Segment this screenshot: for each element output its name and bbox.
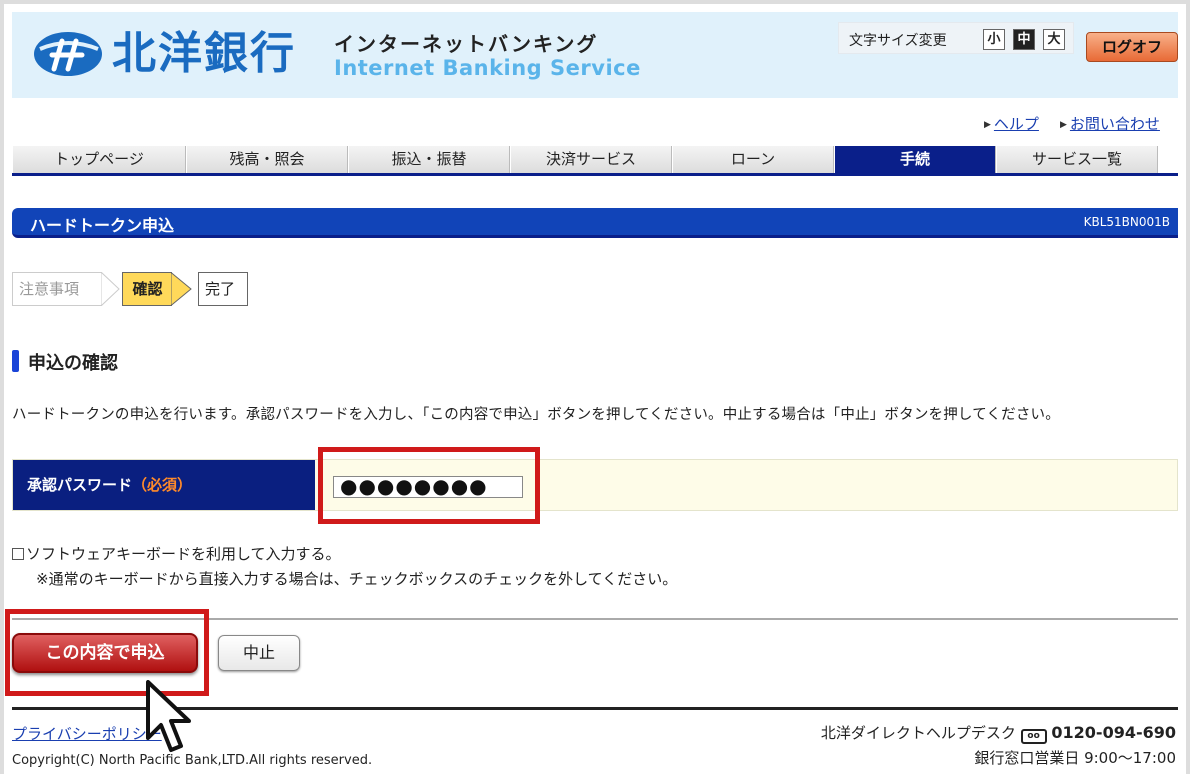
font-size-label: 文字サイズ変更 [849, 33, 947, 49]
contact-link-wrap: ▶ お問い合わせ [1060, 113, 1160, 134]
password-label-text: 承認パスワード [27, 476, 133, 494]
nav-item-balance[interactable]: 残高・照会 [186, 146, 348, 173]
helpdesk-hours: 銀行窓口営業日 9:00〜17:00 [974, 749, 1176, 767]
step-notes: 注意事項 [12, 272, 102, 306]
font-size-small-button[interactable]: 小 [983, 29, 1005, 50]
service-name-jp: インターネットバンキング [334, 32, 599, 56]
help-link[interactable]: ヘルプ [994, 115, 1039, 133]
contact-link[interactable]: お問い合わせ [1070, 115, 1160, 133]
bank-name: 北洋銀行 [112, 28, 296, 79]
page-title-bar: ハードトークン申込 KBL51BN001B [12, 208, 1178, 238]
password-row: 承認パスワード（必須） ●●●●●●●● [12, 459, 1178, 511]
helpdesk-info: 北洋ダイレクトヘルプデスク oo 0120-094-690 [821, 722, 1176, 744]
section-title: 申込の確認 [28, 353, 118, 374]
font-size-large-button[interactable]: 大 [1043, 29, 1065, 50]
step-complete: 完了 [198, 272, 248, 306]
password-label: 承認パスワード（必須） [13, 460, 315, 510]
bank-logo-icon [34, 32, 102, 76]
step-confirm: 確認 [122, 272, 172, 306]
cancel-button[interactable]: 中止 [218, 635, 300, 671]
software-keyboard-checkbox[interactable] [12, 548, 24, 560]
nav-item-transfer[interactable]: 振込・振替 [348, 146, 510, 173]
free-dial-icon: oo [1020, 729, 1047, 744]
site-header: 北洋銀行 インターネットバンキング Internet Banking Servi… [12, 12, 1178, 98]
privacy-policy-link[interactable]: プライバシーポリシー [12, 723, 162, 744]
help-link-wrap: ▶ ヘルプ [984, 113, 1039, 134]
page-title: ハードトークン申込 [30, 216, 175, 235]
instructions-text: ハードトークンの申込を行います。承認パスワードを入力し、「この内容で申込」ボタン… [12, 407, 1060, 423]
font-size-medium-button[interactable]: 中 [1013, 29, 1035, 50]
nav-item-service-list[interactable]: サービス一覧 [996, 146, 1158, 173]
service-name-en: Internet Banking Service [334, 56, 641, 80]
software-keyboard-label: ソフトウェアキーボードを利用して入力する。 [26, 545, 341, 563]
global-nav: トップページ 残高・照会 振込・振替 決済サービス ローン 手続 サービス一覧 [12, 146, 1178, 176]
highlight-box-password [318, 447, 540, 524]
nav-item-procedures[interactable]: 手続 [834, 146, 996, 173]
triangle-right-icon: ▶ [1060, 120, 1067, 130]
section-marker [12, 350, 19, 372]
required-marker: （必須） [132, 476, 193, 494]
nav-item-payment[interactable]: 決済サービス [510, 146, 672, 173]
software-keyboard-note: ※通常のキーボードから直接入力する場合は、チェックボックスのチェックを外してくだ… [36, 570, 678, 588]
screen-code: KBL51BN001B [1083, 215, 1170, 229]
logoff-button[interactable]: ログオフ [1086, 32, 1178, 62]
helpdesk-label: 北洋ダイレクトヘルプデスク [820, 724, 1016, 742]
nav-item-top[interactable]: トップページ [12, 146, 186, 173]
step-arrow-icon [171, 272, 192, 306]
triangle-right-icon: ▶ [984, 120, 991, 130]
software-keyboard-option: ソフトウェアキーボードを利用して入力する。 [12, 543, 341, 564]
mouse-pointer-icon [146, 680, 191, 752]
font-size-switcher: 文字サイズ変更 小 中 大 [838, 22, 1074, 54]
nav-item-loan[interactable]: ローン [672, 146, 834, 173]
helpdesk-phone: 0120-094-690 [1051, 723, 1176, 742]
step-arrow-icon [101, 272, 120, 306]
